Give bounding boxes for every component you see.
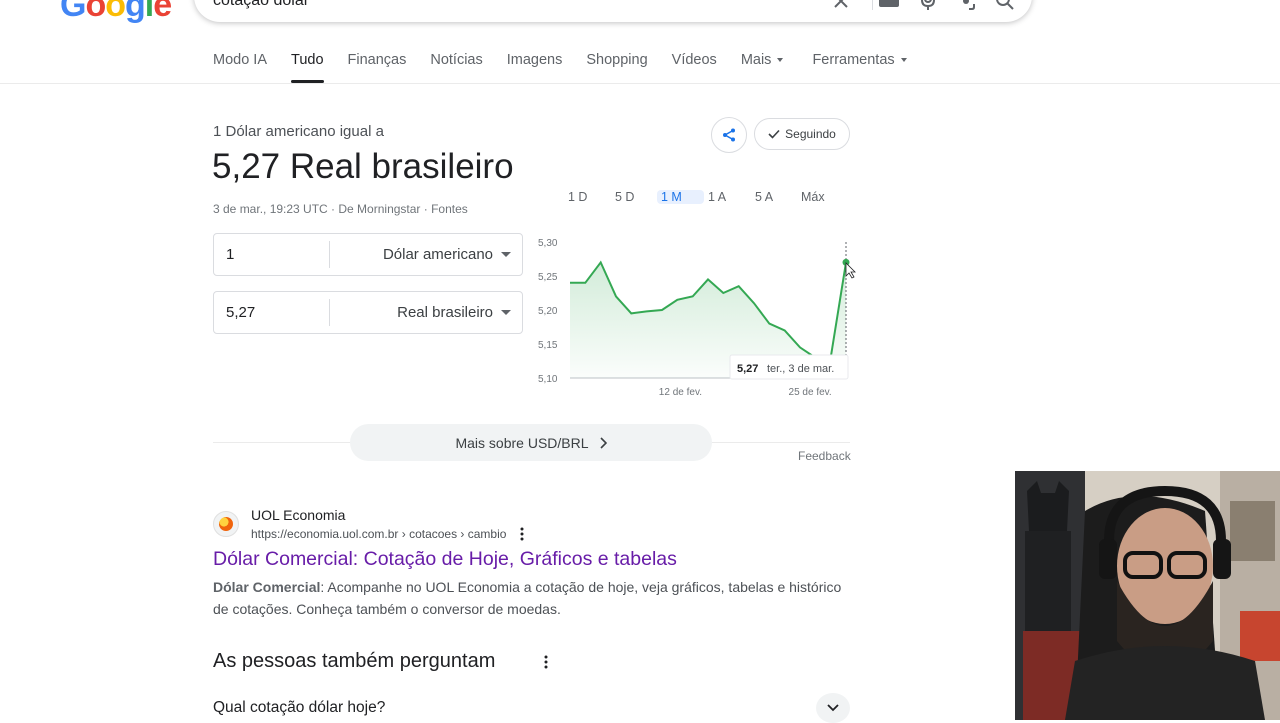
tab-noticias[interactable]: Notícias: [430, 52, 482, 84]
result-snippet: Dólar Comercial: Acompanhe no UOL Econom…: [213, 576, 853, 620]
input-separator: [329, 299, 330, 326]
result-title-link[interactable]: Dólar Comercial: Cotação de Hoje, Gráfic…: [213, 548, 677, 571]
search-divider: [872, 0, 873, 10]
expand-button[interactable]: [816, 693, 850, 723]
tab-label: Mais: [740, 52, 772, 68]
tab-label: Tudo: [291, 52, 324, 68]
paa-question[interactable]: Qual cotação dólar hoje?: [213, 699, 385, 717]
tab-modo-ia[interactable]: Modo IA: [213, 52, 267, 84]
chevron-right-icon: [599, 436, 607, 449]
more-about-button[interactable]: Mais sobre USD/BRL: [350, 424, 712, 461]
search-icon[interactable]: [994, 0, 1016, 12]
from-amount-input[interactable]: 1: [226, 246, 234, 263]
tab-shopping[interactable]: Shopping: [586, 52, 647, 84]
range-selector: 1 D 5 D 1 M 1 A 5 A Máx: [568, 190, 825, 204]
logo-letter: o: [105, 0, 126, 24]
logo-letter: e: [153, 0, 172, 24]
tab-label: Imagens: [506, 52, 563, 68]
chart-tooltip: 5,27 ter., 3 de mar.: [729, 354, 849, 380]
y-tick-label: 5,25: [538, 272, 558, 283]
share-button[interactable]: [711, 117, 747, 153]
tab-tudo[interactable]: Tudo: [291, 52, 324, 84]
tab-label: Notícias: [430, 52, 483, 68]
chevron-down-icon: [827, 704, 839, 712]
logo-letter: l: [144, 0, 155, 24]
follow-button[interactable]: Seguindo: [754, 118, 850, 150]
tools-button[interactable]: Ferramentas: [812, 52, 907, 84]
share-icon: [723, 128, 735, 142]
feedback-link[interactable]: Feedback: [798, 449, 851, 463]
y-tick-label: 5,10: [538, 374, 558, 385]
tab-financas[interactable]: Finanças: [348, 52, 407, 84]
tab-label: Shopping: [586, 52, 648, 68]
tools-label: Ferramentas: [812, 52, 895, 68]
tab-videos[interactable]: Vídeos: [672, 52, 717, 84]
x-tick-label: 12 de fev.: [659, 387, 702, 398]
check-icon: [768, 129, 780, 139]
conversion-timestamp[interactable]: 3 de mar., 19:23 UTC · De Morningstar · …: [213, 202, 468, 216]
input-separator: [329, 241, 330, 268]
keyboard-icon[interactable]: [878, 0, 900, 12]
follow-label: Seguindo: [785, 127, 836, 141]
exchange-rate-chart[interactable]: 5,30 5,25 5,20 5,15 5,10 12 de fev. 25 de fev…: [530, 232, 860, 404]
tab-imagens[interactable]: Imagens: [507, 52, 563, 84]
tab-label: Modo IA: [213, 52, 267, 68]
search-box[interactable]: [194, 0, 1032, 22]
site-name[interactable]: UOL Economia: [251, 507, 345, 523]
range-1d[interactable]: 1 D: [568, 190, 615, 204]
header-divider: [0, 83, 1280, 84]
webcam-person-image: [1015, 471, 1280, 720]
tooltip-date: ter., 3 de mar.: [767, 363, 834, 375]
from-currency-select[interactable]: Dólar americano: [340, 246, 493, 263]
webcam-overlay: [1015, 471, 1280, 720]
logo-letter: G: [60, 0, 86, 24]
range-max[interactable]: Máx: [801, 190, 825, 204]
tab-label: Vídeos: [671, 52, 717, 68]
conversion-label: 1 Dólar americano igual a: [213, 123, 384, 140]
logo-letter: g: [125, 0, 146, 24]
y-tick-label: 5,20: [538, 306, 558, 317]
to-currency-select[interactable]: Real brasileiro: [340, 304, 493, 321]
dropdown-arrow-icon: [501, 252, 511, 257]
tab-mais[interactable]: Mais: [741, 52, 784, 84]
more-about-label: Mais sobre USD/BRL: [455, 434, 589, 451]
site-favicon: [213, 511, 239, 537]
range-1m[interactable]: 1 M: [657, 190, 704, 204]
search-tabs: Modo IA Tudo Finanças Notícias Imagens S…: [213, 52, 907, 84]
snippet-bold: Dólar Comercial: [213, 579, 321, 595]
mic-icon[interactable]: [917, 0, 939, 12]
lens-icon[interactable]: [955, 0, 977, 12]
more-options-icon[interactable]: [542, 655, 550, 669]
logo-letter: o: [85, 0, 106, 24]
search-input[interactable]: cotação dólar: [213, 0, 309, 10]
close-icon[interactable]: [830, 0, 852, 12]
people-also-ask-title: As pessoas também perguntam: [213, 650, 496, 672]
conversion-value: 5,27 Real brasileiro: [212, 147, 514, 186]
tab-label: Finanças: [347, 52, 407, 68]
to-amount-input[interactable]: 5,27: [226, 304, 255, 321]
google-logo[interactable]: Google: [60, 0, 172, 25]
cursor-icon: [845, 262, 856, 279]
caret-down-icon: [777, 58, 784, 63]
range-5d[interactable]: 5 D: [615, 190, 661, 204]
y-tick-label: 5,15: [538, 340, 558, 351]
range-5a[interactable]: 5 A: [755, 190, 801, 204]
dropdown-arrow-icon: [501, 310, 511, 315]
site-url[interactable]: https://economia.uol.com.br › cotacoes ›…: [251, 527, 506, 541]
x-tick-label: 25 de fev.: [789, 387, 832, 398]
caret-down-icon: [900, 58, 907, 63]
range-1a[interactable]: 1 A: [708, 190, 755, 204]
tooltip-value: 5,27: [737, 363, 758, 375]
more-options-icon[interactable]: [518, 527, 526, 541]
y-tick-label: 5,30: [538, 238, 558, 249]
